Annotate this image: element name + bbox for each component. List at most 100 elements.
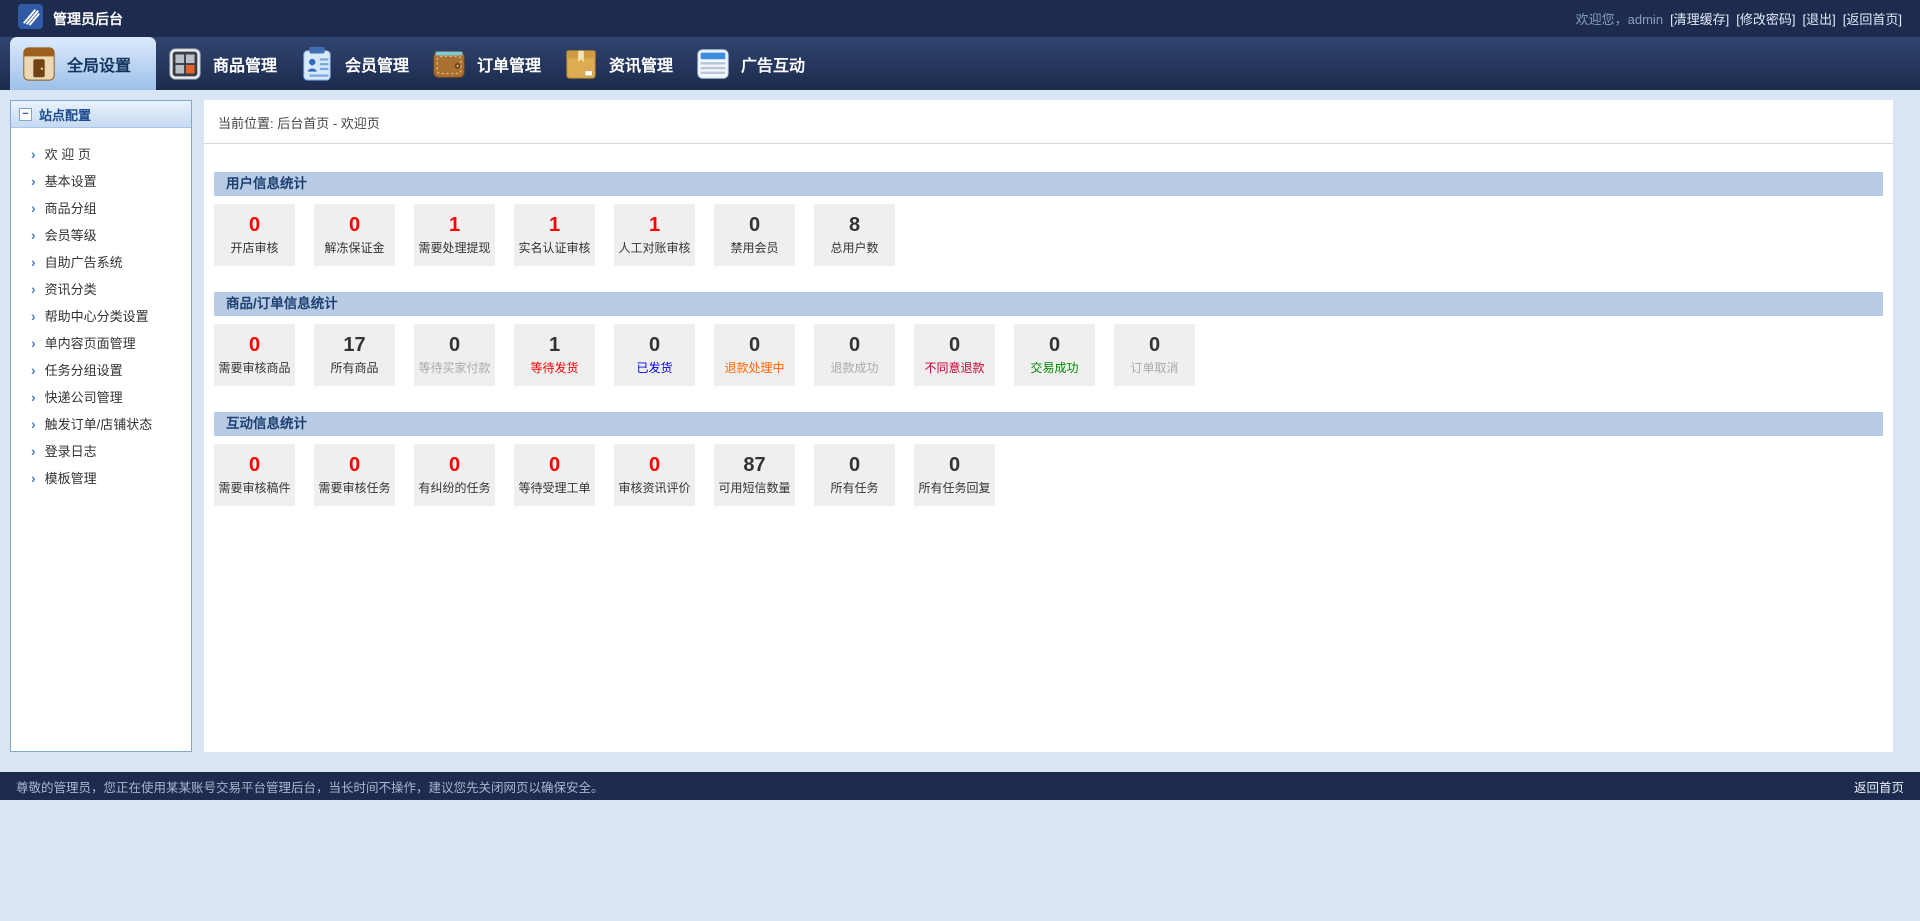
products-grid-icon <box>166 45 204 83</box>
stat-value: 0 <box>449 455 460 475</box>
chevron-right-icon: › <box>31 281 36 297</box>
stat-value: 0 <box>1049 335 1060 355</box>
stat-value: 1 <box>649 215 660 235</box>
sidebar-item-help-center-categories[interactable]: ›帮助中心分类设置 <box>11 302 191 329</box>
sidebar-header-site-config[interactable]: − 站点配置 <box>11 101 191 128</box>
tab-member-management[interactable]: 会员管理 <box>288 37 420 90</box>
stat-card: 0 所有任务 <box>814 444 895 506</box>
chevron-right-icon: › <box>31 227 36 243</box>
stat-card: 1 需要处理提现 <box>414 204 495 266</box>
footer-back-home-link[interactable]: 返回首页 <box>1854 777 1904 796</box>
stat-label: 审核资讯评价 <box>618 479 690 496</box>
tab-label: 商品管理 <box>213 52 277 76</box>
stat-label: 所有商品 <box>330 359 378 376</box>
chevron-right-icon: › <box>31 254 36 270</box>
sidebar-item-login-logs[interactable]: ›登录日志 <box>11 437 191 464</box>
sidebar-item-label: 快递公司管理 <box>45 387 123 406</box>
stat-card: 1 人工对账审核 <box>614 204 695 266</box>
stat-label: 禁用会员 <box>730 239 778 256</box>
tab-global-settings[interactable]: 全局设置 <box>10 37 156 90</box>
main-nav: 全局设置 商品管理 <box>0 37 1920 90</box>
logout-link[interactable]: [退出] <box>1803 9 1836 28</box>
chevron-right-icon: › <box>31 470 36 486</box>
tab-ad-interaction[interactable]: 广告互动 <box>684 37 816 90</box>
stat-label: 人工对账审核 <box>618 239 690 256</box>
stat-value: 0 <box>249 455 260 475</box>
stat-card: 0 不同意退款 <box>914 324 995 386</box>
tab-label: 全局设置 <box>67 52 131 76</box>
chevron-right-icon: › <box>31 200 36 216</box>
stat-card: 8 总用户数 <box>814 204 895 266</box>
stat-label: 需要审核任务 <box>318 479 390 496</box>
stat-card: 0 订单取消 <box>1114 324 1195 386</box>
stat-value: 0 <box>649 335 660 355</box>
stat-card: 0 退款处理中 <box>714 324 795 386</box>
tab-label: 会员管理 <box>345 52 409 76</box>
stat-card: 17 所有商品 <box>314 324 395 386</box>
tab-news-management[interactable]: 资讯管理 <box>552 37 684 90</box>
chevron-right-icon: › <box>31 416 36 432</box>
chevron-right-icon: › <box>31 173 36 189</box>
stat-label: 等待受理工单 <box>518 479 590 496</box>
sidebar-item-single-page-management[interactable]: ›单内容页面管理 <box>11 329 191 356</box>
tab-product-management[interactable]: 商品管理 <box>156 37 288 90</box>
sidebar-item-basic-settings[interactable]: › 基本设置 <box>11 167 191 194</box>
tab-label: 订单管理 <box>477 52 541 76</box>
sidebar-item-label: 触发订单/店铺状态 <box>45 414 153 433</box>
sidebar-item-template-management[interactable]: ›模板管理 <box>11 464 191 491</box>
footer: 尊敬的管理员，您正在使用某某账号交易平台管理后台，当长时间不操作，建议您先关闭网… <box>0 772 1920 800</box>
stat-label: 退款成功 <box>830 359 878 376</box>
sidebar-item-label: 单内容页面管理 <box>45 333 136 352</box>
sidebar-item-label: 资讯分类 <box>45 279 97 298</box>
sidebar-item-express-companies[interactable]: ›快递公司管理 <box>11 383 191 410</box>
topbar-user-area: 欢迎您，admin [清理缓存] [修改密码] [退出] [返回首页] <box>1576 9 1902 28</box>
sidebar-item-trigger-order-shop-status[interactable]: › 触发订单/店铺状态 <box>11 410 191 437</box>
stat-label: 有纠纷的任务 <box>418 479 490 496</box>
collapse-minus-icon[interactable]: − <box>19 108 32 121</box>
app-logo-icon <box>18 4 43 34</box>
sidebar-item-product-groups[interactable]: › 商品分组 <box>11 194 191 221</box>
clear-cache-link[interactable]: [清理缓存] <box>1670 9 1729 28</box>
stat-value: 1 <box>549 335 560 355</box>
stat-label: 等待买家付款 <box>418 359 490 376</box>
chevron-right-icon: › <box>31 146 36 162</box>
stat-card: 0 已发货 <box>614 324 695 386</box>
stat-value: 0 <box>849 335 860 355</box>
sidebar-item-label: 商品分组 <box>45 198 97 217</box>
stat-label: 需要审核商品 <box>218 359 290 376</box>
chevron-right-icon: › <box>31 308 36 324</box>
sidebar-item-task-groups[interactable]: ›任务分组设置 <box>11 356 191 383</box>
sidebar-item-welcome-page[interactable]: ›欢 迎 页 <box>11 140 191 167</box>
stat-label: 实名认证审核 <box>518 239 590 256</box>
content-area: − 站点配置 ›欢 迎 页 › 基本设置 › 商品分组 ›会员等级 ›自助广告系统 … <box>0 90 1920 752</box>
stat-value: 0 <box>949 335 960 355</box>
back-home-link[interactable]: [返回首页] <box>1843 9 1902 28</box>
member-card-icon <box>298 45 336 83</box>
stat-value: 0 <box>649 455 660 475</box>
stat-card-row: 0 需要审核稿件 0 需要审核任务 0 有纠纷的任务 0 等待受理工单 0 <box>214 444 1883 506</box>
section-title: 商品/订单信息统计 <box>214 292 1883 316</box>
section-title: 互动信息统计 <box>214 412 1883 436</box>
tab-order-management[interactable]: 订单管理 <box>420 37 552 90</box>
change-password-link[interactable]: [修改密码] <box>1736 9 1795 28</box>
stat-value: 17 <box>343 335 365 355</box>
wallet-icon <box>430 45 468 83</box>
stat-card: 0 需要审核稿件 <box>214 444 295 506</box>
sidebar-item-label: 登录日志 <box>45 441 97 460</box>
stat-card: 1 实名认证审核 <box>514 204 595 266</box>
stat-label: 可用短信数量 <box>718 479 790 496</box>
section-user-stats: 用户信息统计 0 开店审核 0 解冻保证金 1 需要处理提现 1 实名认证审核 <box>214 172 1883 266</box>
stat-card: 0 需要审核任务 <box>314 444 395 506</box>
sidebar-item-self-ad-system[interactable]: ›自助广告系统 <box>11 248 191 275</box>
sidebar-item-member-levels[interactable]: ›会员等级 <box>11 221 191 248</box>
app-title: 管理员后台 <box>53 9 123 29</box>
main-panel: 当前位置: 后台首页 - 欢迎页 用户信息统计 0 开店审核 0 解冻保证金 1… <box>204 100 1893 752</box>
sidebar-item-label: 基本设置 <box>45 171 97 190</box>
stat-label: 需要审核稿件 <box>218 479 290 496</box>
welcome-text: 欢迎您，admin <box>1576 9 1663 28</box>
sidebar-item-news-categories[interactable]: › 资讯分类 <box>11 275 191 302</box>
sidebar-menu: ›欢 迎 页 › 基本设置 › 商品分组 ›会员等级 ›自助广告系统 › 资讯分类 ›… <box>11 140 191 491</box>
stat-label: 总用户数 <box>830 239 878 256</box>
stat-label: 退款处理中 <box>724 359 784 376</box>
stat-label: 解冻保证金 <box>324 239 384 256</box>
